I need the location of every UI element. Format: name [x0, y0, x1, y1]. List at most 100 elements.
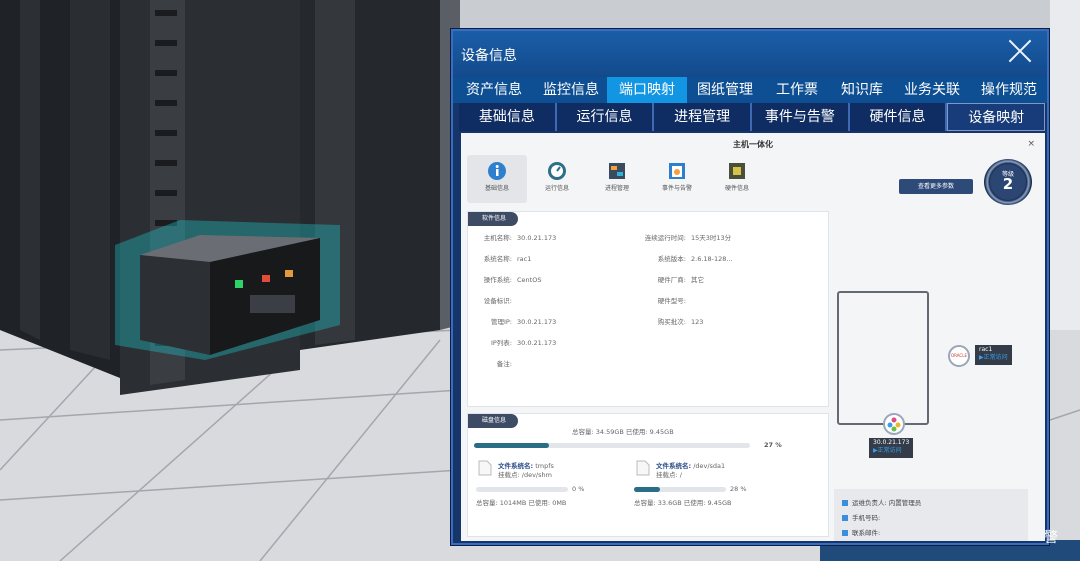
- view-more-params-button[interactable]: 查看更多参数: [899, 179, 973, 194]
- kv-ip-list: IP列表: 30.0.21.173: [474, 337, 556, 347]
- kv-value: 其它: [691, 276, 704, 284]
- running-info-button[interactable]: 运行信息: [527, 155, 587, 203]
- fs-total: 总容量: 1014MB 已使用: 0MB: [476, 499, 567, 507]
- kv-value: 15天3时13分: [691, 234, 732, 242]
- kv-uptime: 连续运行时间: 15天3时13分: [636, 232, 731, 242]
- oracle-node[interactable]: ORACLE: [948, 345, 970, 367]
- kv-value: CentOS: [517, 276, 542, 284]
- alarm-icon: [669, 163, 685, 179]
- fs-usage-fill: [634, 487, 660, 492]
- fs-percent: 0 %: [572, 485, 585, 493]
- tab-device-mapping[interactable]: 设备映射: [947, 103, 1046, 131]
- kv-key: 主机名称:: [483, 234, 512, 242]
- kv-key: 管理IP:: [490, 318, 512, 326]
- tab-running-info[interactable]: 运行信息: [557, 103, 655, 131]
- host-node-status[interactable]: ▶正常访问: [873, 447, 909, 455]
- fs-usage-bar: [634, 487, 726, 492]
- kv-device-id: 设备标识:: [474, 295, 517, 305]
- email-row: 联系邮件:: [842, 527, 880, 537]
- tab-hardware-info[interactable]: 硬件信息: [850, 103, 948, 131]
- db-node-status[interactable]: ▶正常访问: [979, 354, 1008, 362]
- kv-key: 备注:: [496, 360, 512, 368]
- kv-key: 购买批次:: [657, 318, 686, 326]
- host-logo-icon: [887, 417, 901, 432]
- device-topology-box: [837, 291, 929, 425]
- kv-key: 连续运行时间:: [644, 234, 686, 242]
- tab-port-mapping[interactable]: 端口映射: [607, 77, 687, 103]
- phone-icon: [842, 515, 848, 521]
- host-node[interactable]: [883, 413, 905, 435]
- function-icon-row: 基础信息 运行信息 进程管理 事件与告警 硬件信息: [467, 155, 767, 203]
- icon-label: 事件与告警: [661, 185, 692, 192]
- software-info-header: 软件信息: [468, 212, 519, 226]
- kv-key: 系统名称:: [483, 255, 512, 263]
- phone-row: 手机号码:: [842, 512, 880, 522]
- owner-row: 运维负责人: 内置管理员: [842, 497, 921, 507]
- kv-value: 2.6.18-128...: [691, 255, 733, 263]
- oracle-logo: ORACLE: [951, 353, 967, 358]
- kv-value: 30.0.21.173: [517, 339, 557, 347]
- disk-percent: 27 %: [764, 441, 782, 449]
- tab-operation-spec[interactable]: 操作规范: [971, 77, 1047, 103]
- fs-usage-bar: [476, 487, 568, 492]
- tab-events-alarms[interactable]: 事件与告警: [752, 103, 850, 131]
- software-info-panel: 软件信息 主机名称: 30.0.21.173 系统名称: rac1 操作系统: Cen…: [467, 211, 829, 407]
- fs-mount: 挂载点: /: [656, 471, 682, 479]
- kv-remark: 备注:: [474, 358, 517, 368]
- kv-key: 操作系统:: [483, 276, 512, 284]
- kv-hardware-model: 硬件型号:: [636, 295, 691, 305]
- close-icon[interactable]: [1007, 38, 1033, 64]
- kv-purchase-batch: 购买批次: 123: [636, 316, 704, 326]
- device-info-dialog: 设备信息 资产信息 监控信息 端口映射 图纸管理 工作票 知识库 业务关联 操作…: [451, 29, 1049, 545]
- chip-icon: [729, 163, 745, 179]
- icon-label: 运行信息: [544, 185, 569, 192]
- disk-usage-fill: [474, 443, 549, 448]
- disk-info-header: 磁盘信息: [468, 414, 519, 428]
- alarm-corner-label[interactable]: 警: [1044, 527, 1058, 547]
- file-icon: [478, 460, 492, 476]
- panel-close-icon[interactable]: ×: [1027, 139, 1035, 149]
- tab-knowledge-base[interactable]: 知识库: [831, 77, 893, 103]
- contact-info-box: 运维负责人: 内置管理员 手机号码: 联系邮件:: [834, 489, 1028, 541]
- db-node-name: rac1: [979, 346, 993, 353]
- top-tab-bar: 资产信息 监控信息 端口映射 图纸管理 工作票 知识库 业务关联 操作规范: [453, 77, 1047, 103]
- icon-label: 基础信息: [484, 185, 509, 192]
- icon-label: 硬件信息: [724, 185, 749, 192]
- events-alarms-button[interactable]: 事件与告警: [647, 155, 707, 203]
- host-integration-panel: 主机一体化 × 基础信息 运行信息 进程管理 事件与告警 硬件信息 查看更多参数…: [461, 133, 1045, 541]
- kv-key: 硬件厂商:: [657, 276, 686, 284]
- disk-usage-bar: [474, 443, 750, 448]
- kv-system-version: 系统版本: 2.6.18-128...: [636, 253, 733, 263]
- user-icon: [842, 500, 848, 506]
- tab-asset-info[interactable]: 资产信息: [453, 77, 535, 103]
- process-management-button[interactable]: 进程管理: [587, 155, 647, 203]
- owner-text: 运维负责人: 内置管理员: [852, 499, 922, 507]
- tab-business-relation[interactable]: 业务关联: [893, 77, 971, 103]
- tab-basic-info[interactable]: 基础信息: [459, 103, 557, 131]
- hardware-info-button[interactable]: 硬件信息: [707, 155, 767, 203]
- file-icon: [636, 460, 650, 476]
- fs-name: /dev/sda1: [693, 462, 726, 470]
- host-node-label: 30.0.21.173 ▶正常访问: [869, 438, 914, 458]
- dialog-title: 设备信息: [461, 48, 517, 64]
- kv-value: rac1: [517, 255, 532, 263]
- fs-total: 总容量: 33.6GB 已使用: 9.45GB: [634, 499, 732, 507]
- basic-info-button[interactable]: 基础信息: [467, 155, 527, 203]
- kv-key: 硬件型号:: [657, 297, 686, 305]
- db-node-label: rac1 ▶正常访问: [975, 345, 1012, 365]
- kv-key: 系统版本:: [657, 255, 686, 263]
- host-node-name: 30.0.21.173: [873, 439, 910, 446]
- kv-key: 设备标识:: [483, 297, 512, 305]
- fs-mount: 挂载点: /dev/shm: [498, 471, 552, 479]
- kv-os: 操作系统: CentOS: [474, 274, 542, 284]
- process-icon: [609, 163, 625, 179]
- tab-drawing-management[interactable]: 图纸管理: [687, 77, 763, 103]
- kv-management-ip: 管理IP: 30.0.21.173: [474, 316, 556, 326]
- panel-title: 主机一体化: [733, 140, 773, 149]
- tab-work-ticket[interactable]: 工作票: [763, 77, 831, 103]
- tab-monitor-info[interactable]: 监控信息: [535, 77, 607, 103]
- sub-tab-bar: 基础信息 运行信息 进程管理 事件与告警 硬件信息 设备映射: [459, 103, 1046, 131]
- kv-value: 123: [691, 318, 704, 326]
- tab-process-management[interactable]: 进程管理: [654, 103, 753, 131]
- email-icon: [842, 530, 848, 536]
